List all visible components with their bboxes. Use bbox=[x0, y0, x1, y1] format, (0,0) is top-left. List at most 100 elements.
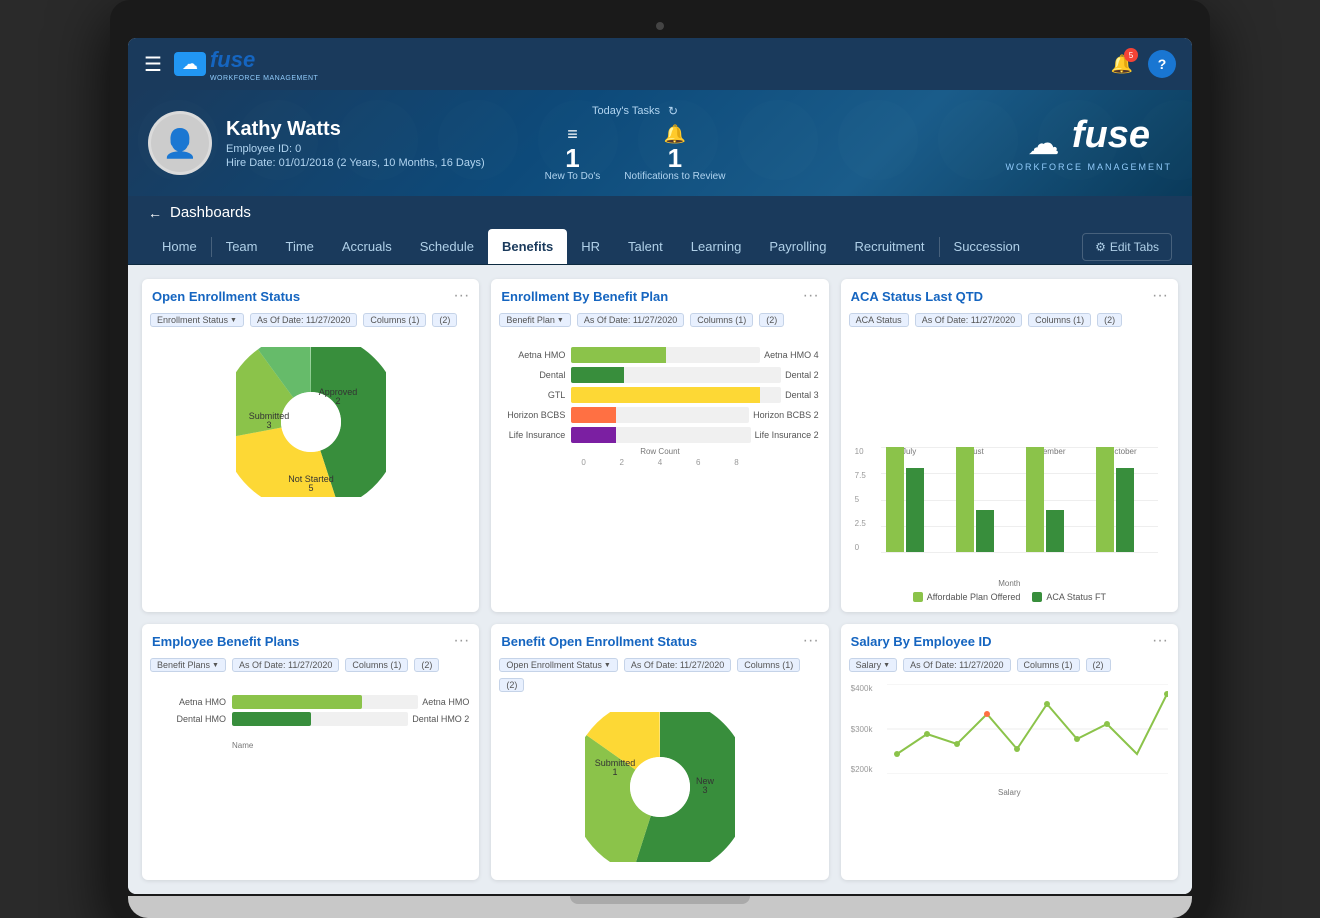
plan-filter[interactable]: Benefit Plan ▼ bbox=[499, 313, 570, 327]
bell-button[interactable]: 🔔 5 bbox=[1108, 50, 1136, 78]
tasks-title: Today's Tasks ↻ bbox=[545, 104, 726, 118]
emp-benefit-columns[interactable]: Columns (1) bbox=[345, 658, 408, 672]
svg-text:5: 5 bbox=[308, 483, 313, 493]
widget-title-2: Enrollment By Benefit Plan bbox=[501, 289, 802, 304]
widget-header-6: Salary By Employee ID ··· bbox=[841, 624, 1178, 654]
widget-menu-6[interactable]: ··· bbox=[1152, 632, 1168, 650]
widget-menu-1[interactable]: ··· bbox=[453, 287, 469, 305]
back-button[interactable]: ← bbox=[148, 205, 162, 221]
boe-dropdown-arrow: ▼ bbox=[604, 662, 611, 669]
widget-title-1: Open Enrollment Status bbox=[152, 289, 453, 304]
y-labels: 107.552.50 bbox=[855, 447, 866, 552]
salary-filter[interactable]: Salary ▼ bbox=[849, 658, 897, 672]
salary-date[interactable]: As Of Date: 11/27/2020 bbox=[903, 658, 1010, 672]
boe-filter[interactable]: Open Enrollment Status ▼ bbox=[499, 658, 618, 672]
widget-header-1: Open Enrollment Status ··· bbox=[142, 279, 479, 309]
tab-payrolling[interactable]: Payrolling bbox=[755, 229, 840, 264]
hbar-val-3: Dental 3 bbox=[785, 390, 819, 400]
hbar-track-4 bbox=[571, 407, 749, 423]
tab-recruitment[interactable]: Recruitment bbox=[840, 229, 938, 264]
tab-succession[interactable]: Succession bbox=[940, 229, 1034, 264]
hero-logo-sub: WORKFORCE MANAGEMENT bbox=[1005, 162, 1172, 172]
edit-tabs-button[interactable]: ⚙ Edit Tabs bbox=[1082, 233, 1172, 261]
hbar-fill-5 bbox=[571, 427, 616, 443]
logo-sub: WORKFORCE MANAGEMENT bbox=[210, 75, 318, 82]
bar-fill-emp-1 bbox=[232, 695, 362, 709]
tab-hr[interactable]: HR bbox=[567, 229, 614, 264]
boe-columns[interactable]: Columns (1) bbox=[737, 658, 800, 672]
pie-chart-boe: Submitted 1 New 3 bbox=[501, 704, 818, 870]
tab-team[interactable]: Team bbox=[212, 229, 272, 264]
pie-svg-5: Submitted 1 New 3 bbox=[585, 712, 735, 862]
dashboard: Open Enrollment Status ··· Enrollment St… bbox=[128, 265, 1192, 894]
widget-title-4: Employee Benefit Plans bbox=[152, 634, 453, 649]
widget-title-3: ACA Status Last QTD bbox=[851, 289, 1152, 304]
emp-benefit-filter-count[interactable]: (2) bbox=[414, 658, 439, 672]
tab-home[interactable]: Home bbox=[148, 229, 211, 264]
tab-talent[interactable]: Talent bbox=[614, 229, 677, 264]
emp-benefit-filter[interactable]: Benefit Plans ▼ bbox=[150, 658, 226, 672]
svg-text:2: 2 bbox=[335, 396, 340, 406]
widget-controls-5: Open Enrollment Status ▼ As Of Date: 11/… bbox=[491, 654, 828, 698]
hero-header: 👤 Kathy Watts Employee ID: 0 Hire Date: … bbox=[128, 90, 1192, 196]
aca-bars-svg: 10 10 10 bbox=[881, 447, 1178, 552]
aca-filter[interactable]: ACA Status bbox=[849, 313, 909, 327]
edit-tabs-label: Edit Tabs bbox=[1110, 240, 1159, 254]
hbar-row-5: Life Insurance Life Insurance 2 bbox=[501, 427, 818, 443]
enrollment-date[interactable]: As Of Date: 11/27/2020 bbox=[250, 313, 357, 327]
hamburger-menu[interactable]: ☰ bbox=[144, 52, 162, 77]
boe-date[interactable]: As Of Date: 11/27/2020 bbox=[624, 658, 731, 672]
tab-learning[interactable]: Learning bbox=[677, 229, 756, 264]
tab-accruals[interactable]: Accruals bbox=[328, 229, 406, 264]
widget-controls-6: Salary ▼ As Of Date: 11/27/2020 Columns … bbox=[841, 654, 1178, 678]
user-avatar: 👤 bbox=[148, 111, 212, 175]
aca-columns[interactable]: Columns (1) bbox=[1028, 313, 1091, 327]
widget-menu-3[interactable]: ··· bbox=[1152, 287, 1168, 305]
hbar-label-4: Horizon BCBS bbox=[501, 410, 571, 420]
widget-header-2: Enrollment By Benefit Plan ··· bbox=[491, 279, 828, 309]
plan-date[interactable]: As Of Date: 11/27/2020 bbox=[577, 313, 684, 327]
boe-filter-count[interactable]: (2) bbox=[499, 678, 524, 692]
aca-filter-count[interactable]: (2) bbox=[1097, 313, 1122, 327]
breadcrumb-bar: ← Dashboards bbox=[128, 196, 1192, 229]
widget-title-5: Benefit Open Enrollment Status bbox=[501, 634, 802, 649]
enrollment-filter[interactable]: Enrollment Status ▼ bbox=[150, 313, 244, 327]
widget-controls-1: Enrollment Status ▼ As Of Date: 11/27/20… bbox=[142, 309, 479, 333]
refresh-icon[interactable]: ↻ bbox=[668, 104, 678, 118]
laptop-base bbox=[128, 896, 1192, 918]
hbar-label-1: Aetna HMO bbox=[501, 350, 571, 360]
plan-filter-count[interactable]: (2) bbox=[759, 313, 784, 327]
user-name: Kathy Watts bbox=[226, 118, 485, 141]
plan-columns[interactable]: Columns (1) bbox=[690, 313, 753, 327]
aca-date[interactable]: As Of Date: 11/27/2020 bbox=[915, 313, 1022, 327]
widget-menu-4[interactable]: ··· bbox=[453, 632, 469, 650]
tab-benefits[interactable]: Benefits bbox=[488, 229, 567, 264]
salary-columns[interactable]: Columns (1) bbox=[1017, 658, 1080, 672]
nav-tabs: Home Team Time Accruals Schedule Benefit… bbox=[128, 229, 1192, 265]
bar-label-emp-1: Aetna HMO bbox=[152, 697, 232, 707]
bar-row-emp-1: Aetna HMO Aetna HMO bbox=[152, 695, 469, 709]
hbar-fill-1 bbox=[571, 347, 665, 363]
svg-text:1: 1 bbox=[612, 767, 617, 777]
legend-aca-ft: ACA Status FT bbox=[1032, 592, 1106, 602]
tasks-section: Today's Tasks ↻ ≡ 1 New To Do's 🔔 1 Noti… bbox=[545, 104, 726, 182]
bar-val-emp-2: Dental HMO 2 bbox=[412, 714, 469, 724]
emp-benefit-date[interactable]: As Of Date: 11/27/2020 bbox=[232, 658, 339, 672]
enrollment-columns[interactable]: Columns (1) bbox=[363, 313, 426, 327]
widget-salary: Salary By Employee ID ··· Salary ▼ As Of… bbox=[841, 624, 1178, 880]
employee-id: Employee ID: 0 bbox=[226, 143, 485, 155]
hbar-val-1: Aetna HMO 4 bbox=[764, 350, 819, 360]
salary-filter-count[interactable]: (2) bbox=[1086, 658, 1111, 672]
tab-schedule[interactable]: Schedule bbox=[406, 229, 488, 264]
hbar-label-3: GTL bbox=[501, 390, 571, 400]
hbar-fill-3 bbox=[571, 387, 760, 403]
todo-icon: ≡ bbox=[545, 124, 601, 145]
tab-time[interactable]: Time bbox=[271, 229, 327, 264]
widget-benefit-enrollment-status: Benefit Open Enrollment Status ··· Open … bbox=[491, 624, 828, 880]
widget-controls-4: Benefit Plans ▼ As Of Date: 11/27/2020 C… bbox=[142, 654, 479, 678]
enrollment-filter-count[interactable]: (2) bbox=[432, 313, 457, 327]
help-button[interactable]: ? bbox=[1148, 50, 1176, 78]
widget-menu-5[interactable]: ··· bbox=[803, 632, 819, 650]
logo-text: fuse bbox=[210, 47, 318, 73]
widget-menu-2[interactable]: ··· bbox=[803, 287, 819, 305]
